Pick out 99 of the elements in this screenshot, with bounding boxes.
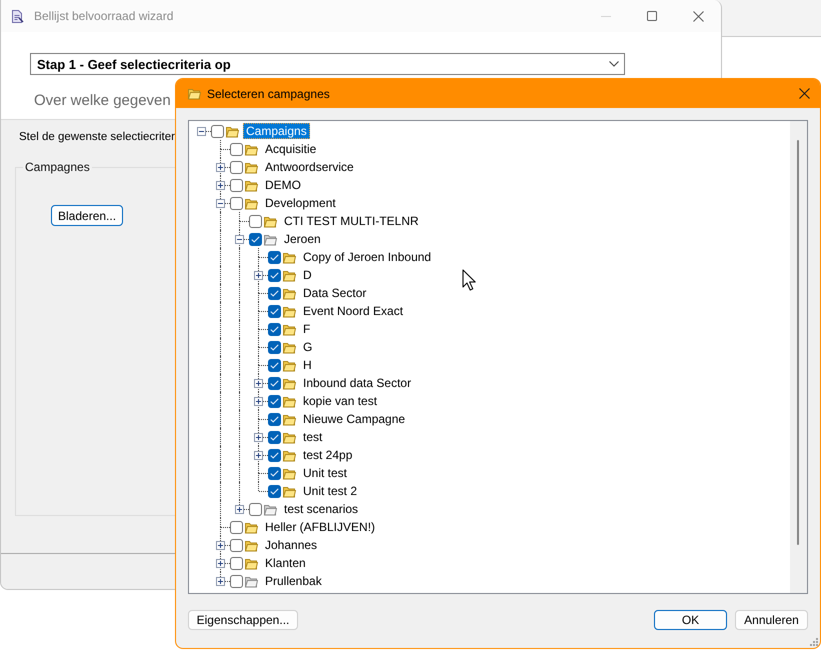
tree-item[interactable]: H <box>300 357 315 373</box>
tree-item[interactable]: G <box>300 339 316 355</box>
checkmark-icon <box>270 326 279 332</box>
expand-toggle[interactable] <box>216 181 225 190</box>
expand-toggle[interactable] <box>216 163 225 172</box>
collapse-toggle[interactable] <box>197 127 206 136</box>
step-dropdown[interactable]: Stap 1 - Geef selectiecriteria op <box>30 53 625 75</box>
group-label: Campagnes <box>24 159 91 175</box>
expand-toggle[interactable] <box>254 451 263 460</box>
checkmark-icon <box>270 398 279 404</box>
tree-item[interactable]: Nieuwe Campagne <box>300 411 408 427</box>
expand-toggle[interactable] <box>235 505 244 514</box>
checkbox[interactable] <box>230 160 243 174</box>
checkmark-icon <box>270 434 279 440</box>
checkbox[interactable] <box>230 574 243 588</box>
tree-item[interactable]: F <box>300 321 314 337</box>
checkmark-icon <box>270 452 279 458</box>
tree-item[interactable]: D <box>300 267 315 283</box>
checkbox[interactable] <box>230 538 243 552</box>
tree-item[interactable]: kopie van test <box>300 393 380 409</box>
collapse-toggle[interactable] <box>216 199 225 208</box>
document-icon <box>10 8 24 24</box>
tree-item[interactable]: Heller (AFBLIJVEN!) <box>262 519 378 535</box>
checkbox[interactable] <box>268 304 281 318</box>
checkbox[interactable] <box>249 232 262 246</box>
collapse-toggle[interactable] <box>235 235 244 244</box>
checkbox[interactable] <box>249 214 262 228</box>
checkbox[interactable] <box>268 250 281 264</box>
checkbox[interactable] <box>230 556 243 570</box>
checkmark-icon <box>270 488 279 494</box>
checkbox[interactable] <box>211 124 224 138</box>
tree-item[interactable]: test scenarios <box>281 501 362 517</box>
checkbox[interactable] <box>268 394 281 408</box>
checkbox[interactable] <box>268 448 281 462</box>
step-heading: Over welke gegeven <box>34 91 171 111</box>
tree-item[interactable]: Data Sector <box>300 285 370 301</box>
folder-icon <box>187 87 201 100</box>
checkbox[interactable] <box>268 484 281 498</box>
expand-toggle[interactable] <box>216 559 225 568</box>
tree-item[interactable]: Acquisitie <box>262 141 320 157</box>
checkmark-icon <box>270 272 279 278</box>
dialog-title: Selecteren campagnes <box>207 86 330 100</box>
tree-item[interactable]: Development <box>262 195 339 211</box>
checkmark-icon <box>270 470 279 476</box>
checkbox[interactable] <box>230 142 243 156</box>
checkbox[interactable] <box>230 520 243 534</box>
checkmark-icon <box>270 290 279 296</box>
tree-item[interactable]: test <box>300 429 326 445</box>
tree-item[interactable]: Johannes <box>262 537 320 553</box>
checkbox[interactable] <box>268 376 281 390</box>
mouse-pointer-icon <box>462 269 476 291</box>
checkmark-icon <box>251 236 260 242</box>
tree-item[interactable]: Jeroen <box>281 231 324 247</box>
tree-item[interactable]: Unit test <box>300 465 350 481</box>
tree-item[interactable]: CTI TEST MULTI-TELNR <box>281 213 422 229</box>
browse-button[interactable]: Bladeren... <box>51 205 123 226</box>
window-title: Bellijst belvoorraad wizard <box>34 9 174 23</box>
tree-item[interactable]: Klanten <box>262 555 309 571</box>
checkbox[interactable] <box>268 358 281 372</box>
close-icon <box>798 88 810 99</box>
checkbox[interactable] <box>249 502 262 516</box>
tree-item[interactable]: Unit test 2 <box>300 483 360 499</box>
expand-toggle[interactable] <box>254 271 263 280</box>
checkmark-icon <box>270 380 279 386</box>
checkbox[interactable] <box>268 286 281 300</box>
instruction-text: Stel de gewenste selectiecriter <box>19 130 175 145</box>
checkbox[interactable] <box>230 196 243 210</box>
tree-item[interactable]: Copy of Jeroen Inbound <box>300 249 434 265</box>
ok-button[interactable]: OK <box>654 610 727 630</box>
tree-item[interactable]: Campaigns <box>243 123 310 139</box>
checkbox[interactable] <box>268 430 281 444</box>
scrollbar-thumb[interactable] <box>797 140 799 545</box>
checkbox[interactable] <box>268 268 281 282</box>
tree-item[interactable]: DEMO <box>262 177 304 193</box>
scrollbar[interactable] <box>790 121 807 593</box>
tree-item[interactable]: Inbound data Sector <box>300 375 414 391</box>
checkbox[interactable] <box>268 322 281 336</box>
expand-toggle[interactable] <box>254 379 263 388</box>
checkbox[interactable] <box>268 340 281 354</box>
resize-grip[interactable] <box>810 638 818 646</box>
cancel-button[interactable]: Annuleren <box>735 610 808 630</box>
tree-item[interactable]: test 24pp <box>300 447 356 463</box>
checkmark-icon <box>270 308 279 314</box>
checkmark-icon <box>270 254 279 260</box>
tree-item[interactable]: Antwoordservice <box>262 159 357 175</box>
checkmark-icon <box>270 362 279 368</box>
checkbox[interactable] <box>268 412 281 426</box>
expand-toggle[interactable] <box>254 397 263 406</box>
checkmark-icon <box>270 344 279 350</box>
properties-button[interactable]: Eigenschappen... <box>188 610 298 630</box>
expand-toggle[interactable] <box>216 577 225 586</box>
tree-item[interactable]: Event Noord Exact <box>300 303 406 319</box>
checkmark-icon <box>270 416 279 422</box>
chevron-down-icon <box>609 61 619 67</box>
tree-item[interactable]: Prullenbak <box>262 573 325 589</box>
expand-toggle[interactable] <box>254 433 263 442</box>
checkbox[interactable] <box>230 178 243 192</box>
checkbox[interactable] <box>268 466 281 480</box>
expand-toggle[interactable] <box>216 541 225 550</box>
